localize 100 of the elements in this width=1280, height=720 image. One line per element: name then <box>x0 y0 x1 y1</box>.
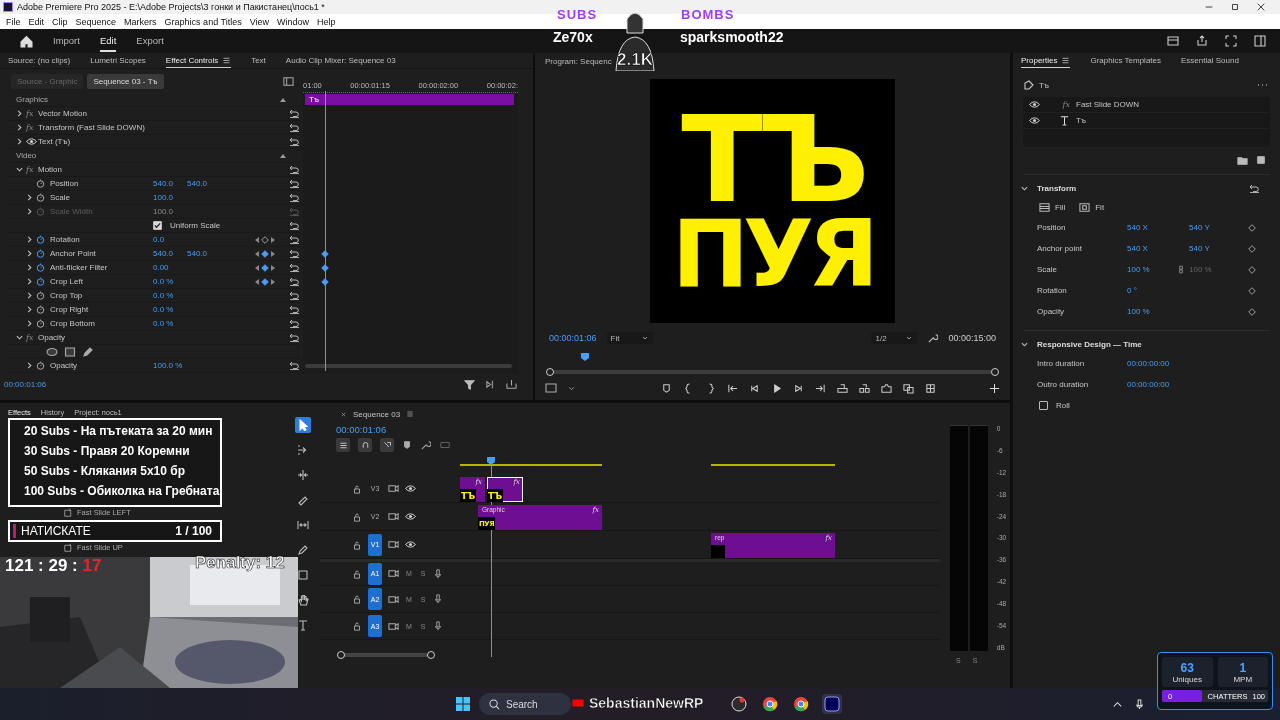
goal-text: 100 Subs - Обиколка на Гребната <box>24 483 220 500</box>
property-value[interactable]: 540.0 <box>187 249 221 258</box>
property-value[interactable]: 0.0 % <box>153 277 187 286</box>
zoom-dropdown[interactable]: Fit <box>606 332 653 344</box>
frame-text: ПУЯ <box>672 213 873 297</box>
property-value[interactable]: 0.0 % <box>153 305 187 314</box>
clip-name: Тъ <box>1039 80 1049 90</box>
section-header: Video <box>16 151 37 160</box>
frame-text: ТЪ <box>681 105 864 214</box>
property-name: Intro duration <box>1037 359 1086 368</box>
property-value[interactable]: 0.00 <box>153 263 187 272</box>
property-value[interactable]: 540.0 <box>153 249 187 258</box>
layer-name[interactable]: Fast Slide DOWN <box>1076 100 1140 109</box>
overlay-name: sparksmooth22 <box>680 29 784 45</box>
section-title: Transform <box>1037 183 1077 193</box>
follower-count: 2.1K <box>617 50 653 70</box>
property-value[interactable]: 100.0 % <box>153 361 187 370</box>
property-value[interactable]: 0 ° <box>1127 286 1177 295</box>
source-tab[interactable]: Sequence 03 - Тъ <box>87 73 164 89</box>
property-value[interactable]: 00:00:00:00 <box>1127 380 1177 389</box>
property-value[interactable]: 100.0 <box>153 193 187 202</box>
overlay-title: BOMBS <box>681 7 735 22</box>
timer-text: 121 : 29 : <box>5 556 79 575</box>
goal-text: 30 Subs - Правя 20 Коремни <box>24 443 191 460</box>
fit-mode-button[interactable]: Fill <box>1055 202 1066 212</box>
panel-tab[interactable]: Effect Controls <box>165 53 232 68</box>
fx-label: fx <box>26 333 34 342</box>
checkbox-label: Uniform Scale <box>170 221 221 230</box>
property-value[interactable]: 540.0 <box>153 179 187 188</box>
workspace-tab[interactable]: Export <box>136 30 164 52</box>
menu-item[interactable]: Clip <box>48 16 72 27</box>
timer-text: 17 <box>82 556 102 575</box>
property-name: Anchor Point <box>49 249 97 258</box>
checkbox-label: Roll <box>1056 401 1070 410</box>
panel-title[interactable]: Program: Sequenc <box>545 56 612 66</box>
section-header: Graphics <box>16 95 48 104</box>
property-name: Position <box>1037 223 1067 232</box>
timecode[interactable]: 00:00:01:06 <box>4 379 47 389</box>
counter-value: 1 / 100 <box>175 524 212 538</box>
property-value[interactable]: 540.0 <box>187 179 221 188</box>
layer-name[interactable]: Тъ <box>1076 116 1086 125</box>
effect-name: Text (Тъ) <box>38 137 71 146</box>
property-name: Anchor point <box>1037 244 1083 253</box>
fx-label: fx <box>26 109 34 118</box>
menu-item[interactable]: Window <box>273 16 314 27</box>
property-name: Opacity <box>1037 307 1066 316</box>
menu-item[interactable]: Sequence <box>71 16 121 27</box>
property-value[interactable]: 540 Y <box>1189 223 1239 232</box>
clip-thumbnail: ТЪ <box>460 489 476 502</box>
duration: 00:00:15:00 <box>948 333 996 343</box>
panel-tab[interactable]: Audio Clip Mixer: Sequence 03 <box>285 53 396 68</box>
effect-name: Motion <box>38 165 62 174</box>
property-name: Crop Bottom <box>49 319 96 328</box>
property-value[interactable]: 100 % <box>1127 265 1177 274</box>
overlay-title: SUBS <box>557 7 598 22</box>
property-name: Position <box>49 179 80 188</box>
menu-item[interactable]: Graphics and Titles <box>160 16 246 27</box>
panel-tab[interactable]: Source: (no clips) <box>8 53 71 68</box>
resolution-dropdown[interactable]: 1/2 <box>871 332 918 344</box>
effect-name: Transform (Fast Slide DOWN) <box>38 123 145 132</box>
property-name: Rotation <box>1037 286 1068 295</box>
goal-text: 20 Subs - На пътеката за 20 мин <box>24 423 214 440</box>
sequence-tab[interactable]: Sequence 03 <box>353 409 401 419</box>
overlay-name: Ze70x <box>553 29 593 45</box>
property-name: Crop Top <box>49 291 84 300</box>
property-value[interactable]: 540 X <box>1127 244 1177 253</box>
property-value[interactable]: 00:00:00:00 <box>1127 359 1177 368</box>
goal-text: 50 Subs - Клякания 5x10 бр <box>24 463 187 480</box>
property-value[interactable]: 540 Y <box>1189 244 1239 253</box>
panel-tab[interactable]: Properties <box>1021 54 1071 68</box>
fit-mode-button[interactable]: Fit <box>1095 202 1105 212</box>
property-name: Crop Left <box>49 277 84 286</box>
clip-bar[interactable]: Тъ <box>305 94 514 105</box>
fx-label: fx <box>1062 100 1070 109</box>
property-value[interactable]: 0.0 % <box>153 319 187 328</box>
menu-item[interactable]: Edit <box>24 16 49 27</box>
property-value[interactable]: 100 % <box>1127 307 1177 316</box>
window-title: Adobe Premiere Pro 2025 - E:\Adobe Projects\3 гонки и Пакистанец\пось1 * <box>17 2 326 12</box>
property-name: Scale <box>1037 265 1058 274</box>
menu-item[interactable]: View <box>245 16 273 27</box>
timecode[interactable]: 00:00:01:06 <box>549 333 597 343</box>
timecode[interactable]: 00:00:01:06 <box>336 423 387 435</box>
property-name: Opacity <box>49 361 79 370</box>
fx-label: fx <box>26 123 34 132</box>
stat-value: 63 <box>1180 660 1194 675</box>
menu-item[interactable]: Help <box>313 16 340 27</box>
panel-tab[interactable]: Text <box>251 53 266 68</box>
property-value[interactable]: 540 X <box>1127 223 1177 232</box>
panel-tab[interactable]: Lumetri Scopes <box>90 53 146 68</box>
workspace-tab[interactable]: Import <box>53 30 80 52</box>
stat-label: Uniques <box>1172 674 1202 684</box>
penalty-text: Penalty: 12 <box>195 553 285 573</box>
menu-item[interactable]: Markers <box>120 16 161 27</box>
counter-label: НАТИСКАТЕ <box>21 524 91 538</box>
menu-item[interactable]: File <box>2 16 25 27</box>
panel-tab[interactable]: Graphics Templates <box>1090 54 1162 68</box>
search-field[interactable]: Search <box>479 693 571 715</box>
property-value[interactable]: 0.0 % <box>153 291 187 300</box>
panel-tab[interactable]: Essential Sound <box>1181 54 1239 68</box>
property-value[interactable]: 0.0 <box>153 235 187 244</box>
